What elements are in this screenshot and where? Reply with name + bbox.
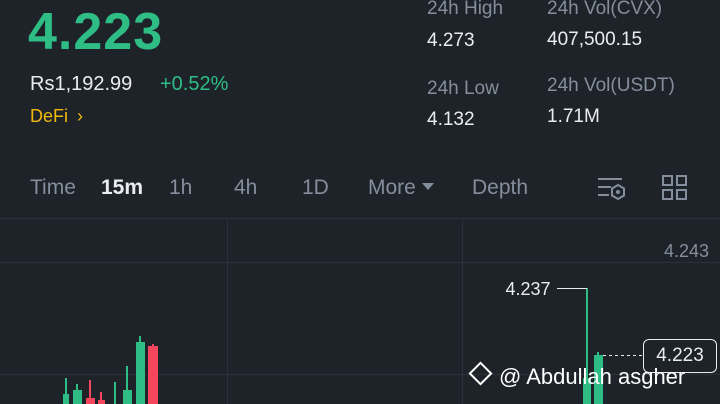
watermark-text: @ Abdullah asgher — [499, 364, 686, 389]
low-24h-label: 24h Low — [427, 78, 499, 99]
candle — [86, 380, 95, 404]
vol-base-value: 407,500.15 — [547, 29, 643, 50]
tab-4h[interactable]: 4h — [234, 176, 257, 200]
fiat-price: Rs1,192.99 — [30, 73, 133, 95]
vol-quote-label: 24h Vol(USDT) — [547, 75, 675, 96]
high-24h-label: 24h High — [427, 0, 504, 19]
candle — [63, 378, 69, 404]
tab-more[interactable]: More — [368, 176, 434, 200]
candle — [148, 344, 158, 404]
watermark: @ Abdullah asgher — [468, 361, 686, 390]
interval-tabs: Time 15m 1h 4h 1D More Depth — [0, 172, 720, 208]
price-change-percent: +0.52% — [160, 73, 229, 95]
tab-time[interactable]: Time — [30, 176, 76, 200]
candle — [123, 366, 132, 404]
candle — [136, 336, 145, 404]
chevron-right-icon: › — [77, 106, 84, 126]
candle — [98, 392, 105, 404]
tab-15m[interactable]: 15m — [101, 176, 143, 200]
grid-layout-icon[interactable] — [661, 174, 689, 208]
category-link[interactable]: DeFi › — [30, 106, 83, 127]
y-axis-label: 4.243 — [664, 241, 709, 261]
vol-quote-value: 1.71M — [547, 106, 600, 127]
candle — [73, 384, 82, 404]
tab-more-label: More — [368, 176, 416, 199]
indicator-settings-icon[interactable] — [597, 174, 627, 208]
binance-logo-icon — [468, 361, 493, 386]
high-24h-value: 4.273 — [427, 30, 475, 51]
last-price: 4.223 — [28, 3, 164, 61]
high-marker-label: 4.237 — [505, 279, 550, 299]
tab-depth[interactable]: Depth — [472, 176, 528, 200]
tab-1h[interactable]: 1h — [169, 176, 192, 200]
caret-down-icon — [421, 182, 434, 190]
low-24h-value: 4.132 — [427, 109, 475, 130]
tab-1d[interactable]: 1D — [302, 176, 329, 200]
category-label: DeFi — [30, 106, 69, 126]
vol-base-label: 24h Vol(CVX) — [547, 0, 663, 19]
